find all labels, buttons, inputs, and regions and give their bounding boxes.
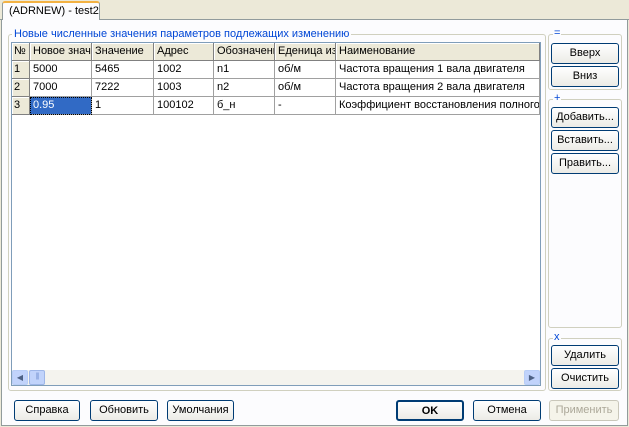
column-header-name[interactable]: Наименование xyxy=(336,43,540,61)
cell-designation: n1 xyxy=(214,61,275,79)
parameters-group-title: Новые численные значения параметров подл… xyxy=(12,28,352,40)
row-number[interactable]: 3 xyxy=(12,97,30,115)
column-header-unit[interactable]: Еденица измерения xyxy=(275,43,336,61)
table-row[interactable]: 1 5000 5465 1002 n1 об/м Частота вращени… xyxy=(12,61,540,79)
column-header-value[interactable]: Значение xyxy=(92,43,154,61)
edit-button[interactable]: Править... xyxy=(551,153,619,174)
cell-name: Частота вращения 1 вала двигателя xyxy=(336,61,540,79)
tab-adrnew-test2[interactable]: (ADRNEW) - test2 xyxy=(2,1,100,21)
row-number[interactable]: 1 xyxy=(12,61,30,79)
column-header-designation[interactable]: Обозначение xyxy=(214,43,275,61)
scroll-thumb[interactable]: ||| xyxy=(29,370,45,385)
cell-designation: n2 xyxy=(214,79,275,97)
cell-name: Коэффициент восстановления полного д xyxy=(336,97,540,115)
add-group-label: + xyxy=(553,92,562,104)
delete-button[interactable]: Удалить xyxy=(551,345,619,366)
insert-button[interactable]: Вставить... xyxy=(551,130,619,151)
help-button[interactable]: Справка xyxy=(14,400,80,421)
row-number[interactable]: 2 xyxy=(12,79,30,97)
up-button[interactable]: Вверх xyxy=(551,43,619,64)
cell-new-value[interactable]: 5000 xyxy=(30,61,92,79)
remove-group-label: x xyxy=(553,331,561,343)
scroll-right-button[interactable]: ▶ xyxy=(524,370,540,385)
table-row[interactable]: 3 0.95 1 100102 б_н - Коэффициент восста… xyxy=(12,97,540,115)
table-row[interactable]: 2 7000 7222 1003 n2 об/м Частота вращени… xyxy=(12,79,540,97)
grid-header: № Новое значение Значение Адрес Обозначе… xyxy=(12,43,540,61)
move-group-label: = xyxy=(553,27,562,39)
refresh-button[interactable]: Обновить xyxy=(90,400,158,421)
cell-name: Частота вращения 2 вала двигателя xyxy=(336,79,540,97)
cell-designation: б_н xyxy=(214,97,275,115)
defaults-button[interactable]: Умолчания xyxy=(167,400,234,421)
cancel-button[interactable]: Отмена xyxy=(473,400,541,421)
cell-unit: об/м xyxy=(275,79,336,97)
cell-new-value[interactable]: 7000 xyxy=(30,79,92,97)
cell-value: 5465 xyxy=(92,61,154,79)
tab-strip: (ADRNEW) - test2 xyxy=(0,0,629,21)
cell-value: 1 xyxy=(92,97,154,115)
ok-button[interactable]: OK xyxy=(396,400,464,421)
add-button[interactable]: Добавить... xyxy=(551,107,619,128)
column-header-new-value[interactable]: Новое значение xyxy=(30,43,92,61)
scroll-left-button[interactable]: ◀ xyxy=(12,370,28,385)
parameters-grid[interactable]: № Новое значение Значение Адрес Обозначе… xyxy=(11,42,541,386)
down-button[interactable]: Вниз xyxy=(551,66,619,87)
column-header-address[interactable]: Адрес xyxy=(154,43,214,61)
cell-address: 1002 xyxy=(154,61,214,79)
cell-new-value-selected[interactable]: 0.95 xyxy=(30,97,92,115)
clear-button[interactable]: Очистить xyxy=(551,368,619,389)
horizontal-scrollbar[interactable]: ◀ ||| ▶ xyxy=(12,370,540,385)
column-header-number[interactable]: № xyxy=(12,43,30,61)
cell-address: 100102 xyxy=(154,97,214,115)
cell-unit: об/м xyxy=(275,61,336,79)
cell-address: 1003 xyxy=(154,79,214,97)
cell-value: 7222 xyxy=(92,79,154,97)
apply-button[interactable]: Применить xyxy=(549,400,619,421)
cell-unit: - xyxy=(275,97,336,115)
